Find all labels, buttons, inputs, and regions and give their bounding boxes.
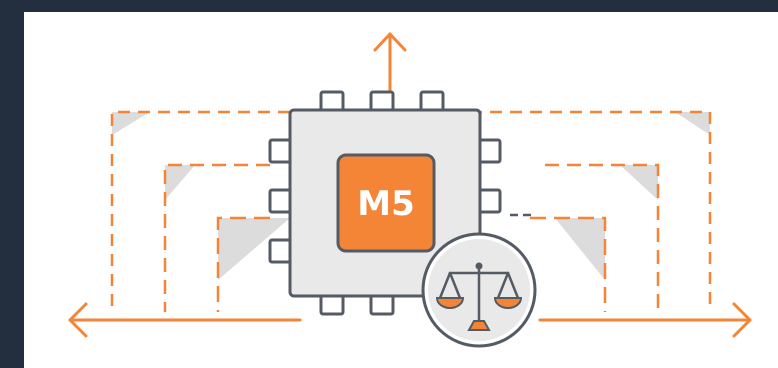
arrow-right-icon bbox=[538, 302, 752, 338]
left-routing-lines bbox=[110, 110, 290, 312]
m5-chip-diagram: M5 bbox=[68, 32, 752, 348]
arrow-up-icon bbox=[373, 32, 407, 94]
balance-scale-icon bbox=[421, 232, 537, 348]
chip-label: M5 bbox=[357, 184, 415, 224]
frame: M5 bbox=[0, 0, 778, 368]
arrow-left-icon bbox=[68, 302, 302, 338]
